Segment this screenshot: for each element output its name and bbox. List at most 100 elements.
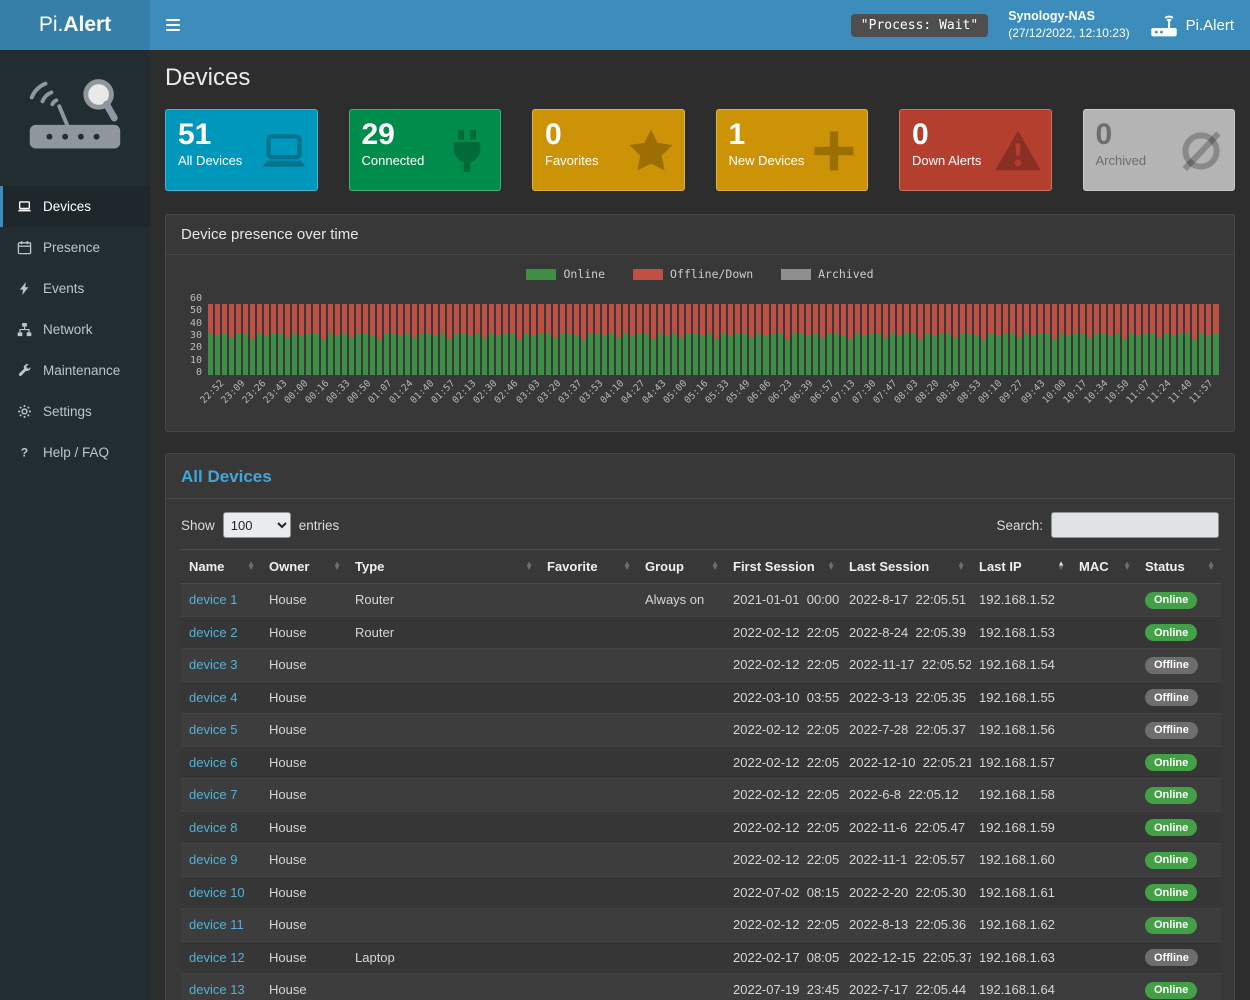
column-header-first-session[interactable]: First Session▲▼ xyxy=(725,550,841,584)
device-link[interactable]: device 13 xyxy=(189,982,245,997)
device-link[interactable]: device 3 xyxy=(189,657,237,672)
chart-bar xyxy=(1024,291,1029,375)
summary-card-archived[interactable]: 0Archived xyxy=(1083,109,1236,191)
logo-text: Pi.Alert xyxy=(39,13,111,37)
column-header-favorite[interactable]: Favorite▲▼ xyxy=(539,550,637,584)
sidebar-item-settings[interactable]: Settings xyxy=(0,391,150,432)
device-link[interactable]: device 7 xyxy=(189,787,237,802)
summary-card-all-devices[interactable]: 51All Devices xyxy=(165,109,318,191)
type-cell xyxy=(347,811,539,844)
hamburger-icon xyxy=(165,18,181,32)
summary-card-favorites[interactable]: 0Favorites xyxy=(532,109,685,191)
summary-card-down-alerts[interactable]: 0Down Alerts xyxy=(899,109,1052,191)
chart-bar xyxy=(503,291,508,375)
search-input[interactable] xyxy=(1051,512,1219,538)
column-header-last-ip[interactable]: Last IP▲▼ xyxy=(971,550,1071,584)
chart-bar xyxy=(848,291,853,375)
legend-item-online: Online xyxy=(526,267,605,281)
type-cell xyxy=(347,746,539,779)
chart-bar xyxy=(834,291,839,375)
chart-bar xyxy=(658,291,663,375)
presence-chart: OnlineOffline/DownArchived 6050403020100… xyxy=(166,255,1234,431)
device-row: device 12HouseLaptop2022-02-17 08:052022… xyxy=(181,941,1221,974)
sort-icon: ▲▼ xyxy=(1207,562,1215,572)
sidebar-item-events[interactable]: Events xyxy=(0,268,150,309)
chart-bar xyxy=(215,291,220,375)
search: Search: xyxy=(996,512,1219,538)
mac-cell xyxy=(1071,649,1137,682)
table-header-row: Name▲▼Owner▲▼Type▲▼Favorite▲▼Group▲▼Firs… xyxy=(181,550,1221,584)
chart-bar xyxy=(349,291,354,375)
favorite-cell xyxy=(539,941,637,974)
device-link[interactable]: device 6 xyxy=(189,755,237,770)
last-ip-cell: 192.168.1.60 xyxy=(971,844,1071,877)
mac-cell xyxy=(1071,909,1137,942)
device-link[interactable]: device 8 xyxy=(189,820,237,835)
plus-icon xyxy=(810,127,858,175)
last-ip-cell: 192.168.1.54 xyxy=(971,649,1071,682)
device-row: device 6House2022-02-12 22:052022-12-10 … xyxy=(181,746,1221,779)
device-link[interactable]: device 11 xyxy=(189,917,244,932)
top-navbar: Pi.Alert "Process: Wait" Synology-NAS (2… xyxy=(0,0,1250,50)
sidebar-item-devices[interactable]: Devices xyxy=(0,186,150,227)
device-link[interactable]: device 9 xyxy=(189,852,237,867)
chart-bar xyxy=(531,291,536,375)
sidebar-toggle-button[interactable] xyxy=(150,0,196,50)
mac-cell xyxy=(1071,974,1137,1000)
chart-bar xyxy=(1080,291,1085,375)
entries-select[interactable]: 100 xyxy=(223,512,291,538)
svg-text:?: ? xyxy=(21,446,28,460)
sidebar-item-maintenance[interactable]: Maintenance xyxy=(0,350,150,391)
chart-bar xyxy=(468,291,473,375)
sort-icon: ▲▼ xyxy=(711,562,719,572)
column-header-last-session[interactable]: Last Session▲▼ xyxy=(841,550,971,584)
device-link[interactable]: device 1 xyxy=(189,592,237,607)
legend-swatch xyxy=(781,269,811,280)
chart-bar xyxy=(1115,291,1120,375)
sort-icon: ▲▼ xyxy=(525,562,533,572)
status-badge: Offline xyxy=(1145,722,1198,739)
summary-card-connected[interactable]: 29Connected xyxy=(349,109,502,191)
chart-bar xyxy=(292,291,297,375)
group-cell xyxy=(637,714,725,747)
group-cell xyxy=(637,746,725,779)
device-link[interactable]: device 5 xyxy=(189,722,237,737)
legend-swatch xyxy=(633,269,663,280)
favorite-cell xyxy=(539,779,637,812)
device-link[interactable]: device 2 xyxy=(189,625,237,640)
chart-bar xyxy=(869,291,874,375)
column-label: Favorite xyxy=(547,559,598,574)
chart-bar xyxy=(785,291,790,375)
sidebar-item-help-faq[interactable]: ?Help / FAQ xyxy=(0,432,150,473)
chart-bar xyxy=(475,291,480,375)
chart-bar xyxy=(524,291,529,375)
column-header-group[interactable]: Group▲▼ xyxy=(637,550,725,584)
sidebar-item-presence[interactable]: Presence xyxy=(0,227,150,268)
first-session-cell: 2022-03-10 03:55 xyxy=(725,681,841,714)
mac-cell xyxy=(1071,584,1137,617)
device-link[interactable]: device 4 xyxy=(189,690,237,705)
y-tick-label: 50 xyxy=(190,306,202,316)
column-header-type[interactable]: Type▲▼ xyxy=(347,550,539,584)
column-header-name[interactable]: Name▲▼ xyxy=(181,550,261,584)
group-cell xyxy=(637,779,725,812)
column-header-status[interactable]: Status▲▼ xyxy=(1137,550,1221,584)
group-cell xyxy=(637,844,725,877)
sort-icon: ▲▼ xyxy=(247,562,255,572)
chart-y-axis: 6050403020100 xyxy=(182,291,208,375)
summary-card-new-devices[interactable]: 1New Devices xyxy=(716,109,869,191)
entries-label: entries xyxy=(299,518,340,533)
column-header-owner[interactable]: Owner▲▼ xyxy=(261,550,347,584)
device-link[interactable]: device 12 xyxy=(189,950,245,965)
chart-bar xyxy=(257,291,262,375)
group-cell xyxy=(637,941,725,974)
chart-bar xyxy=(813,291,818,375)
chart-x-axis: 22:5223:0923:2623:4300:0000:1600:3300:50… xyxy=(208,375,1218,427)
app-logo[interactable]: Pi.Alert xyxy=(0,0,150,50)
first-session-cell: 2022-02-17 08:05 xyxy=(725,941,841,974)
status-badge: Online xyxy=(1145,624,1197,641)
sidebar-item-network[interactable]: Network xyxy=(0,309,150,350)
chart-bar xyxy=(433,291,438,375)
device-link[interactable]: device 10 xyxy=(189,885,245,900)
column-header-mac[interactable]: MAC▲▼ xyxy=(1071,550,1137,584)
